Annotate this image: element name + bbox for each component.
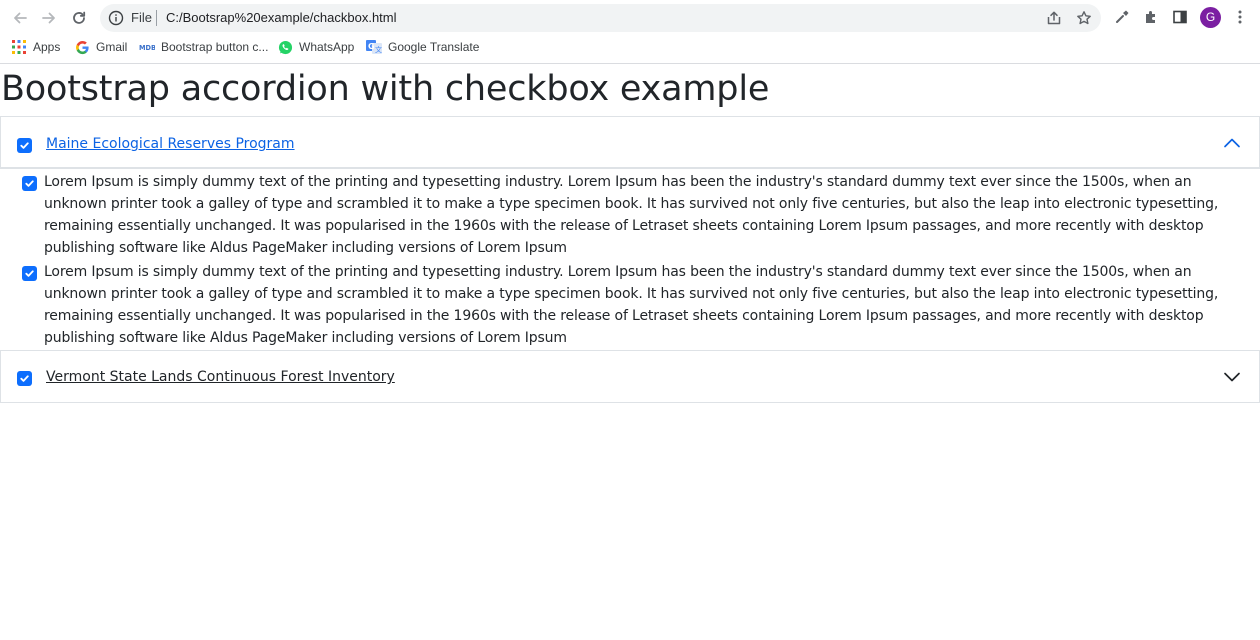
google-translate-icon: G文 [366,39,382,55]
bookmark-label: WhatsApp [299,40,355,54]
accordion-header-vermont[interactable]: Vermont State Lands Continuous Forest In… [0,350,1260,403]
bookmark-label: Bootstrap button c... [161,40,269,54]
google-g-icon [74,39,90,55]
share-icon [1047,11,1061,25]
accordion-title-maine[interactable]: Maine Ecological Reserves Program [46,135,295,153]
bookmark-label: Apps [33,40,61,54]
page-content: Bootstrap accordion with checkbox exampl… [0,65,1260,640]
browser-chrome: File C:/Bootsrap%20example/chackbox.html… [0,0,1260,64]
bookmark-label: Google Translate [388,40,480,54]
list-item: Lorem Ipsum is simply dummy text of the … [0,261,1260,349]
accordion-body-maine: Lorem Ipsum is simply dummy text of the … [0,170,1260,350]
reload-button[interactable] [66,5,92,31]
whatsapp-icon [277,39,293,55]
checkmark-icon [20,142,29,149]
accordion-header-maine[interactable]: Maine Ecological Reserves Program [0,116,1260,169]
checkmark-icon [25,270,34,277]
side-panel-button[interactable] [1169,6,1191,28]
accordion-checkbox-vermont[interactable] [17,371,32,386]
item-checkbox[interactable] [22,176,37,191]
bookmark-star-button[interactable] [1075,9,1093,27]
back-button[interactable] [7,5,33,31]
browser-menu-button[interactable] [1229,6,1251,28]
address-url[interactable]: C:/Bootsrap%20example/chackbox.html [166,10,397,26]
svg-text:G: G [368,42,375,51]
item-text: Lorem Ipsum is simply dummy text of the … [44,264,1219,346]
chevron-down-icon[interactable] [1223,368,1241,386]
address-separator [156,10,157,26]
reload-icon [73,11,86,24]
share-button[interactable] [1045,9,1063,27]
svg-text:文: 文 [375,45,382,54]
side-panel-icon [1173,10,1187,24]
bookmark-label: Gmail [96,40,128,54]
svg-text:MDB: MDB [139,44,155,52]
bookmark-whatsapp[interactable]: WhatsApp [277,36,354,58]
address-bar[interactable]: File C:/Bootsrap%20example/chackbox.html [100,4,1101,32]
menu-icon [1238,10,1242,24]
mdb-icon: MDB [139,39,155,55]
apps-grid-icon [11,39,27,55]
forward-button[interactable] [36,5,62,31]
item-checkbox[interactable] [22,266,37,281]
address-scheme-label: File [131,10,152,25]
back-icon [14,12,27,24]
list-item: Lorem Ipsum is simply dummy text of the … [0,171,1260,259]
bookmark-bootstrap-button[interactable]: MDB Bootstrap button c... [139,36,268,58]
chevron-up-icon[interactable] [1223,134,1241,152]
eyedropper-icon [1116,10,1129,23]
checkmark-icon [20,375,29,382]
extensions-icon [1146,11,1155,23]
checkmark-icon [25,180,34,187]
bookmark-gmail[interactable]: Gmail [74,36,127,58]
forward-icon [42,12,55,24]
eyedropper-button[interactable] [1111,6,1133,28]
profile-avatar[interactable]: G [1200,7,1221,28]
browser-toolbar: File C:/Bootsrap%20example/chackbox.html… [0,0,1260,34]
accordion-checkbox-maine[interactable] [17,138,32,153]
page-title: Bootstrap accordion with checkbox exampl… [1,69,770,109]
bookmark-google-translate[interactable]: G文 Google Translate [366,36,479,58]
info-icon[interactable] [108,10,124,26]
bookmarks-bar: Apps Gmail MDB Bootstrap button c... Wha… [0,36,1260,58]
extensions-button[interactable] [1140,6,1162,28]
bookmark-apps[interactable]: Apps [11,36,60,58]
star-icon [1077,11,1091,25]
item-text: Lorem Ipsum is simply dummy text of the … [44,174,1219,256]
accordion-title-vermont[interactable]: Vermont State Lands Continuous Forest In… [46,368,395,386]
